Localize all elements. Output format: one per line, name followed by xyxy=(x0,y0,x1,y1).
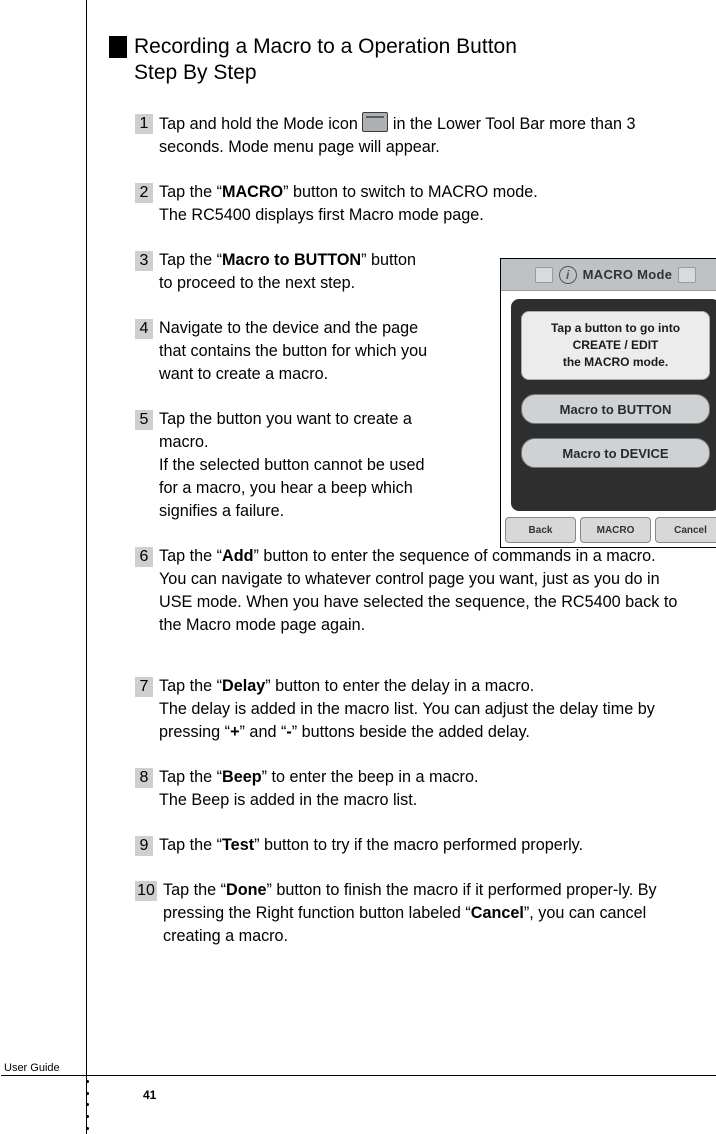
step-2: 2 Tap the “MACRO” button to switch to MAC… xyxy=(135,181,694,227)
device-message: Tap a button to go intoCREATE / EDITthe … xyxy=(521,311,710,380)
step-7: 7 Tap the “Delay” button to enter the del… xyxy=(135,675,694,744)
bold-text: Delay xyxy=(222,677,265,695)
bold-text: Beep xyxy=(222,768,262,786)
device-title: MACRO Mode xyxy=(583,267,673,282)
step-body: Tap the “Macro to BUTTON” button to proc… xyxy=(159,249,429,295)
device-header: i MACRO Mode xyxy=(501,259,716,291)
bold-text: + xyxy=(230,723,239,741)
step-body: Tap the “MACRO” button to switch to MACR… xyxy=(159,181,694,227)
footer-rule xyxy=(1,1075,716,1076)
footer-label: User Guide xyxy=(0,1062,86,1074)
soft-macro: MACRO xyxy=(580,517,651,543)
step-number: 7 xyxy=(135,677,153,697)
soft-cancel: Cancel xyxy=(655,517,716,543)
macro-to-device-btn: Macro to DEVICE xyxy=(521,438,710,468)
soft-back: Back xyxy=(505,517,576,543)
bold-text: MACRO xyxy=(222,183,283,201)
mode-icon xyxy=(362,112,388,132)
step-10: 10 Tap the “Done” button to finish the ma… xyxy=(135,879,694,948)
step-body: Tap the button you want to create a macr… xyxy=(159,408,429,523)
bold-text: Done xyxy=(226,881,266,899)
step-9: 9 Tap the “Test” button to try if the mac… xyxy=(135,834,694,857)
title-line2: Step By Step xyxy=(134,61,257,84)
title-text: Recording a Macro to a Operation Button … xyxy=(134,34,517,86)
bold-text: - xyxy=(286,723,291,741)
step-1: 1 Tap and hold the Mode icon in the Lower… xyxy=(135,112,694,159)
macro-to-button-btn: Macro to BUTTON xyxy=(521,394,710,424)
device-tab-right xyxy=(678,267,696,283)
step-number: 10 xyxy=(135,881,157,901)
step-number: 9 xyxy=(135,836,153,856)
step-body: Tap the “Test” button to try if the macr… xyxy=(159,834,694,857)
bold-text: Cancel xyxy=(471,904,524,922)
device-body: Tap a button to go intoCREATE / EDITthe … xyxy=(511,299,716,511)
title-line1: Recording a Macro to a Operation Button xyxy=(134,35,517,58)
bold-text: Test xyxy=(222,836,254,854)
page-frame: Recording a Macro to a Operation Button … xyxy=(86,0,716,1134)
bold-text: Macro to BUTTON xyxy=(222,251,361,269)
device-screenshot: i MACRO Mode Tap a button to go intoCREA… xyxy=(500,258,716,548)
device-tab-left xyxy=(535,267,553,283)
step-6: 6 Tap the “Add” button to enter the seque… xyxy=(135,545,694,637)
step-body: Tap the “Add” button to enter the sequen… xyxy=(159,545,694,637)
binding-dots xyxy=(83,1076,91,1134)
step-number: 3 xyxy=(135,251,153,271)
step-number: 4 xyxy=(135,319,153,339)
step-body: Navigate to the device and the page that… xyxy=(159,317,429,386)
step-number: 6 xyxy=(135,547,153,567)
step-number: 2 xyxy=(135,183,153,203)
step-body: Tap the “Done” button to finish the macr… xyxy=(163,879,694,948)
step-number: 8 xyxy=(135,768,153,788)
title-marker-icon xyxy=(109,36,127,58)
section-title: Recording a Macro to a Operation Button … xyxy=(109,34,694,86)
device-footer: Back MACRO Cancel xyxy=(505,517,716,543)
bold-text: Add xyxy=(222,547,253,565)
step-number: 1 xyxy=(135,114,153,134)
page-number: 41 xyxy=(143,1088,156,1102)
step-body: Tap the “Delay” button to enter the dela… xyxy=(159,675,694,744)
step-body: Tap and hold the Mode icon in the Lower … xyxy=(159,112,694,159)
step-number: 5 xyxy=(135,410,153,430)
step-body: Tap the “Beep” to enter the beep in a ma… xyxy=(159,766,694,812)
step-8: 8 Tap the “Beep” to enter the beep in a m… xyxy=(135,766,694,812)
info-icon: i xyxy=(559,266,577,284)
